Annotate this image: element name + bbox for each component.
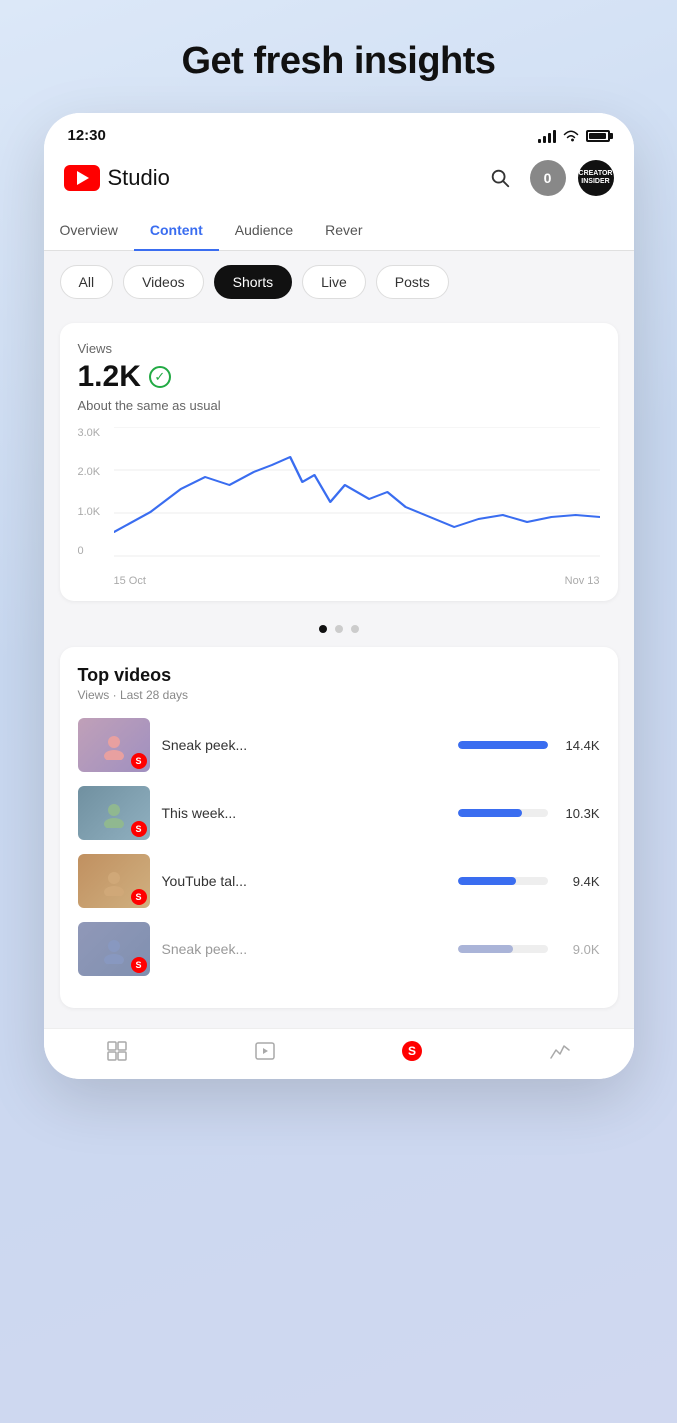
views-card: Views 1.2K ✓ About the same as usual 3.0…	[60, 323, 618, 601]
chart-area: 3.0K 2.0K 1.0K 0	[78, 427, 600, 587]
bar-container-3	[458, 877, 548, 885]
signal-icon	[538, 129, 556, 143]
dot-2[interactable]	[335, 625, 343, 633]
bar-fill-1	[458, 741, 548, 749]
video-count-4: 9.0K	[560, 942, 600, 957]
video-row-2[interactable]: S This week... 10.3K	[78, 786, 600, 840]
wifi-icon	[562, 129, 580, 143]
dashboard-icon	[105, 1039, 129, 1063]
filter-bar: All Videos Shorts Live Posts	[44, 251, 634, 313]
search-button[interactable]	[482, 160, 518, 196]
app-header: Studio 0 CREATORINSIDER	[44, 150, 634, 210]
shorts-badge-3: S	[131, 889, 147, 905]
y-label-2k: 2.0K	[78, 466, 110, 478]
filter-all[interactable]: All	[60, 265, 114, 299]
analytics-icon	[548, 1039, 572, 1063]
chart-x-labels: 15 Oct Nov 13	[114, 575, 600, 587]
video-title-3: YouTube tal...	[162, 873, 446, 889]
video-count-1: 14.4K	[560, 738, 600, 753]
check-icon: ✓	[149, 366, 171, 388]
x-label-end: Nov 13	[565, 575, 600, 587]
tab-content[interactable]: Content	[134, 210, 219, 250]
bar-container-2	[458, 809, 548, 817]
nav-analytics[interactable]	[548, 1039, 572, 1063]
views-label: Views	[78, 341, 600, 356]
logo-area: Studio	[64, 165, 170, 191]
play-icon	[77, 171, 89, 185]
shorts-badge-1: S	[131, 753, 147, 769]
views-value: 1.2K	[78, 360, 141, 394]
shorts-badge-2: S	[131, 821, 147, 837]
filter-posts[interactable]: Posts	[376, 265, 449, 299]
bar-fill-2	[458, 809, 523, 817]
video-row-3[interactable]: S YouTube tal... 9.4K	[78, 854, 600, 908]
bar-container-1	[458, 741, 548, 749]
chart-y-labels: 3.0K 2.0K 1.0K 0	[78, 427, 110, 557]
bar-fill-4	[458, 945, 514, 953]
filter-shorts[interactable]: Shorts	[214, 265, 292, 299]
bar-fill-3	[458, 877, 517, 885]
bottom-nav: S	[44, 1028, 634, 1079]
top-videos-card: Top videos Views · Last 28 days S Sneak …	[60, 647, 618, 1008]
tab-overview[interactable]: Overview	[44, 210, 134, 250]
tab-audience[interactable]: Audience	[219, 210, 309, 250]
top-videos-subtitle: Views · Last 28 days	[78, 688, 600, 702]
chart-canvas	[114, 427, 600, 557]
shorts-badge-4: S	[131, 957, 147, 973]
nav-content[interactable]	[253, 1039, 277, 1063]
notification-button[interactable]: 0	[530, 160, 566, 196]
header-actions: 0 CREATORINSIDER	[482, 160, 614, 196]
avatar-button[interactable]: CREATORINSIDER	[578, 160, 614, 196]
y-label-0: 0	[78, 545, 110, 557]
views-status: About the same as usual	[78, 398, 600, 413]
video-title-2: This week...	[162, 805, 446, 821]
stats-section: Views 1.2K ✓ About the same as usual 3.0…	[44, 313, 634, 611]
video-row-1[interactable]: S Sneak peek... 14.4K	[78, 718, 600, 772]
phone-frame: 12:30 Studio	[44, 113, 634, 1079]
studio-label: Studio	[108, 165, 170, 191]
video-row-4[interactable]: S Sneak peek... 9.0K	[78, 922, 600, 976]
youtube-logo	[64, 165, 100, 191]
dot-1[interactable]	[319, 625, 327, 633]
top-videos-section: Top videos Views · Last 28 days S Sneak …	[44, 647, 634, 1028]
video-title-1: Sneak peek...	[162, 737, 446, 753]
status-time: 12:30	[68, 127, 106, 144]
nav-dashboard[interactable]	[105, 1039, 129, 1063]
filter-videos[interactable]: Videos	[123, 265, 204, 299]
bar-container-4	[458, 945, 548, 953]
status-bar: 12:30	[44, 113, 634, 150]
search-icon	[489, 167, 511, 189]
video-title-4: Sneak peek...	[162, 941, 446, 957]
video-thumb-4: S	[78, 922, 150, 976]
top-videos-title: Top videos	[78, 665, 600, 686]
filter-live[interactable]: Live	[302, 265, 366, 299]
tab-bar: Overview Content Audience Rever	[44, 210, 634, 251]
video-thumb-3: S	[78, 854, 150, 908]
battery-icon	[586, 130, 610, 142]
status-icons	[538, 129, 610, 143]
video-count-2: 10.3K	[560, 806, 600, 821]
tab-revenue[interactable]: Rever	[309, 210, 378, 250]
video-count-3: 9.4K	[560, 874, 600, 889]
video-thumb-2: S	[78, 786, 150, 840]
avatar-label: CREATORINSIDER	[579, 170, 613, 187]
svg-text:S: S	[408, 1044, 416, 1058]
x-label-start: 15 Oct	[114, 575, 146, 587]
metric-row: 1.2K ✓	[78, 360, 600, 394]
nav-shorts[interactable]: S	[400, 1039, 424, 1063]
y-label-1k: 1.0K	[78, 506, 110, 518]
dots-indicator	[44, 611, 634, 647]
y-label-3k: 3.0K	[78, 427, 110, 439]
page-title: Get fresh insights	[181, 40, 495, 83]
content-icon	[253, 1039, 277, 1063]
video-thumb-1: S	[78, 718, 150, 772]
shorts-icon: S	[400, 1039, 424, 1063]
dot-3[interactable]	[351, 625, 359, 633]
